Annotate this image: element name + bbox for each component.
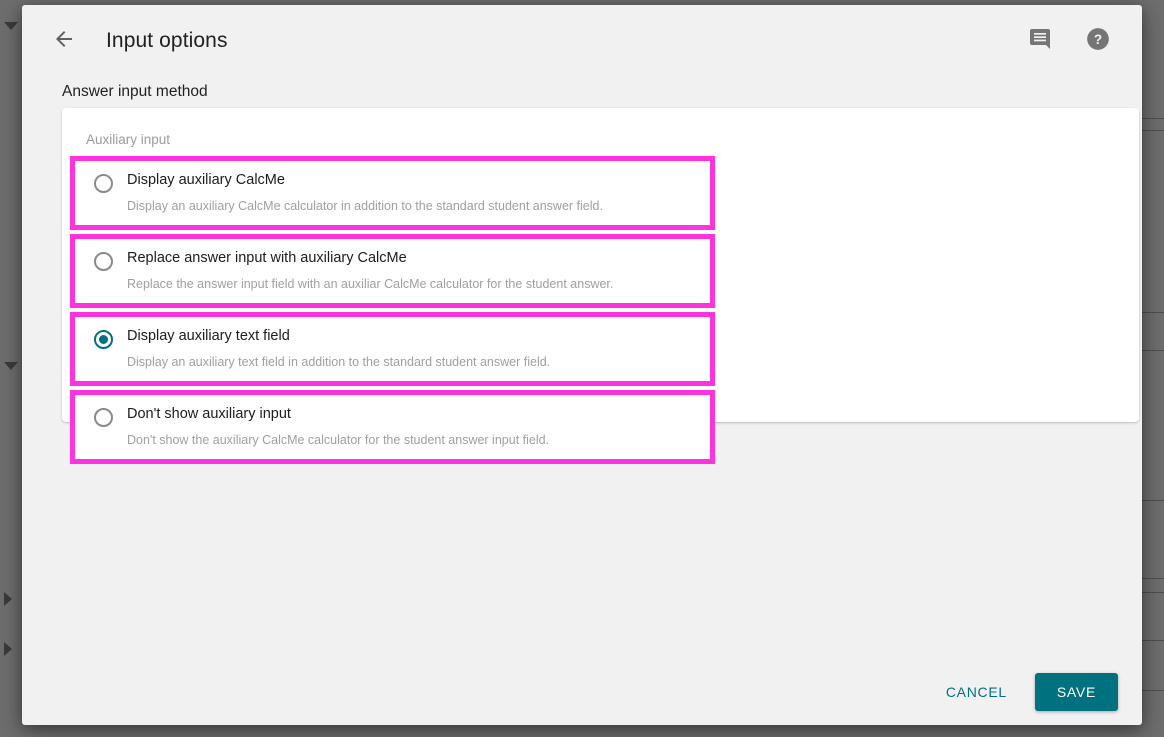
group-label: Auxiliary input xyxy=(86,132,171,147)
back-button[interactable] xyxy=(44,21,84,61)
option-title: Display auxiliary text field xyxy=(127,328,290,344)
option-texts: Replace answer input with auxiliary Calc… xyxy=(127,248,613,292)
dialog-header: Input options ? xyxy=(22,5,1142,77)
radio-button[interactable] xyxy=(94,330,113,349)
option-title: Replace answer input with auxiliary Calc… xyxy=(127,250,407,266)
dialog-footer: CANCEL SAVE xyxy=(938,673,1118,711)
save-button[interactable]: SAVE xyxy=(1034,673,1118,711)
help-circle-icon: ? xyxy=(1085,26,1111,57)
input-options-dialog: Input options ? Answer input method Auxi… xyxy=(22,5,1142,725)
option-row[interactable]: Replace answer input with auxiliary Calc… xyxy=(70,234,715,308)
option-description: Display an auxiliary text field in addit… xyxy=(127,355,551,369)
auxiliary-input-radio-group: Display auxiliary CalcMe Display an auxil… xyxy=(70,156,715,468)
comment-icon xyxy=(1028,27,1052,56)
help-button[interactable]: ? xyxy=(1082,25,1114,57)
radio-button[interactable] xyxy=(94,174,113,193)
svg-text:?: ? xyxy=(1094,32,1102,47)
option-texts: Display auxiliary CalcMe Display an auxil… xyxy=(127,170,603,214)
comment-button[interactable] xyxy=(1024,25,1056,57)
option-row[interactable]: Don't show auxiliary input Don't show the… xyxy=(70,390,715,464)
radio-button[interactable] xyxy=(94,252,113,271)
page-title: Input options xyxy=(106,29,228,52)
cancel-button[interactable]: CANCEL xyxy=(938,674,1015,710)
option-texts: Display auxiliary text field Display an a… xyxy=(127,326,550,370)
header-actions: ? xyxy=(1024,25,1114,57)
arrow-left-icon xyxy=(52,27,76,56)
option-description: Replace the answer input field with an a… xyxy=(127,277,614,291)
option-texts: Don't show auxiliary input Don't show the… xyxy=(127,404,549,448)
option-row[interactable]: Display auxiliary text field Display an a… xyxy=(70,312,715,386)
option-description: Don't show the auxiliary CalcMe calculat… xyxy=(127,433,550,447)
options-card: Auxiliary input Display auxiliary CalcMe… xyxy=(62,108,1139,464)
option-row[interactable]: Display auxiliary CalcMe Display an auxil… xyxy=(70,156,715,230)
option-title: Don't show auxiliary input xyxy=(127,406,291,422)
triangle-right-icon[interactable] xyxy=(4,592,12,606)
radio-button[interactable] xyxy=(94,408,113,427)
section-label: Answer input method xyxy=(62,83,208,100)
option-description: Display an auxiliary CalcMe calculator i… xyxy=(127,199,603,213)
triangle-down-icon[interactable] xyxy=(4,22,18,30)
triangle-right-icon[interactable] xyxy=(4,642,12,656)
option-title: Display auxiliary CalcMe xyxy=(127,172,285,188)
triangle-down-icon[interactable] xyxy=(4,362,18,370)
